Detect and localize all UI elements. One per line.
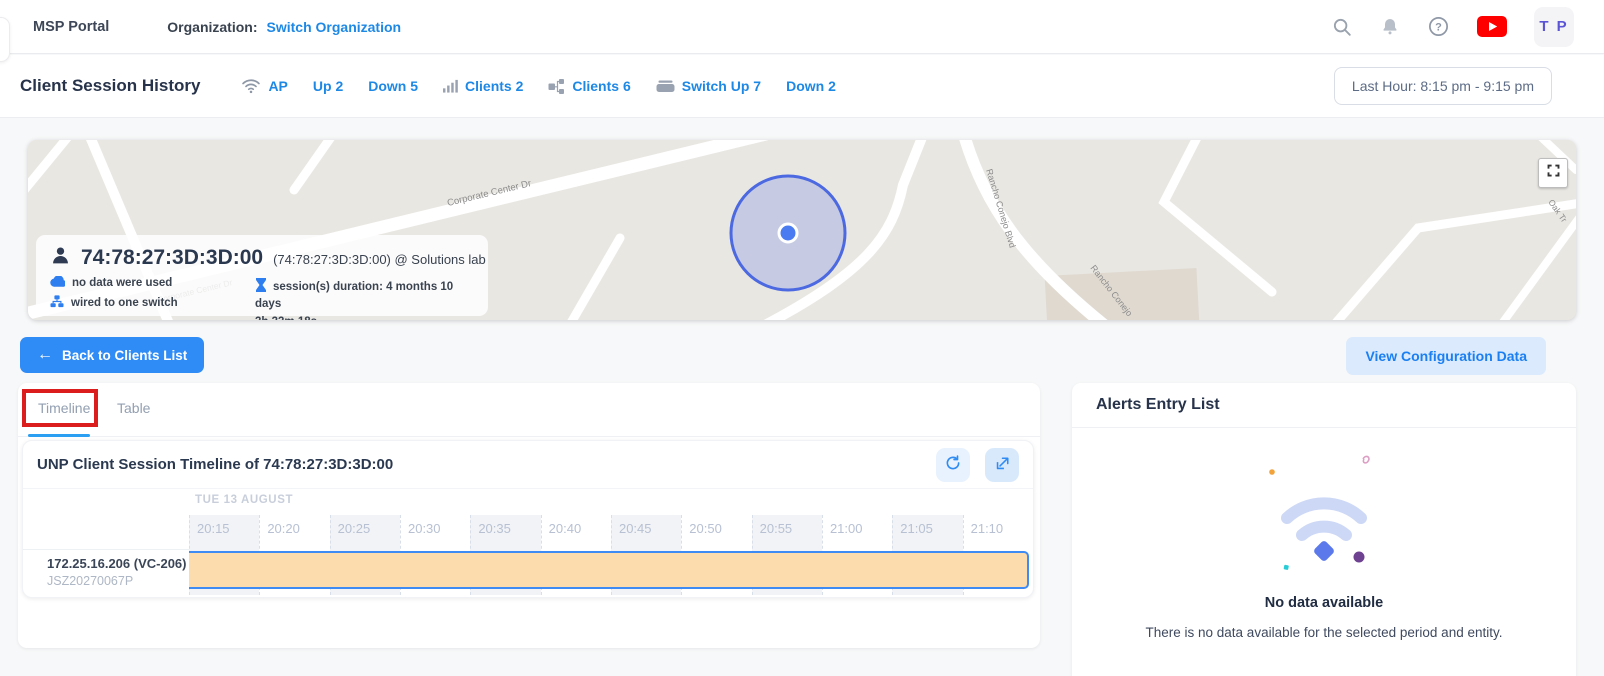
- refresh-button[interactable]: [936, 448, 970, 482]
- client-location-marker[interactable]: [731, 176, 845, 290]
- tick-label: 20:45: [619, 521, 652, 536]
- tab-bar: Timeline Table: [18, 383, 1040, 437]
- client-mac-title: 74:78:27:3D:3D:00: [81, 246, 263, 270]
- map-fullscreen-button[interactable]: [1538, 158, 1568, 188]
- topbar: MSP Portal Organization: Switch Organiza…: [0, 0, 1604, 54]
- tick-label: 21:00: [830, 521, 863, 536]
- timeline-row-label: 172.25.16.206 (VC-206) JSZ20270067P: [23, 549, 189, 595]
- session-content-panel: Timeline Table UNP Client Session Timeli…: [18, 383, 1040, 648]
- client-session-history-page: MSP Portal Organization: Switch Organiza…: [0, 0, 1604, 676]
- switch-icon: [656, 80, 675, 93]
- tick-label: 20:15: [197, 521, 230, 536]
- stat-ap-down[interactable]: Down 5: [368, 78, 418, 94]
- time-range-selector[interactable]: Last Hour: 8:15 pm - 9:15 pm: [1334, 67, 1552, 105]
- stat-ap-label[interactable]: AP: [268, 78, 287, 94]
- fullscreen-icon: [1546, 163, 1561, 183]
- search-icon[interactable]: [1331, 16, 1353, 38]
- stat-wired-clients[interactable]: Clients 6: [572, 78, 630, 94]
- device-name: 172.25.16.206 (VC-206): [47, 556, 189, 571]
- tab-table[interactable]: Table: [117, 400, 150, 416]
- active-tab-indicator: [28, 434, 90, 437]
- hourglass-icon: [255, 278, 267, 298]
- signal-bars-icon: [443, 79, 458, 93]
- no-data-wifi-illustration: [1072, 446, 1576, 591]
- organization-link[interactable]: Switch Organization: [267, 19, 402, 35]
- tick-label: 20:35: [478, 521, 511, 536]
- stat-switch-up[interactable]: Switch Up 7: [682, 78, 761, 94]
- page-title: Client Session History: [20, 76, 200, 96]
- alerts-panel-title: Alerts Entry List: [1096, 396, 1220, 414]
- location-map[interactable]: Corporate Center Dr Corporate Center Dr …: [28, 140, 1576, 320]
- page-header: Client Session History AP Up 2 Down 5 Cl…: [0, 55, 1604, 118]
- tick-label: 20:50: [689, 521, 722, 536]
- timeline-title: UNP Client Session Timeline of 74:78:27:…: [37, 456, 393, 473]
- client-info-overlay: 74:78:27:3D:3D:00 (74:78:27:3D:3D:00) @ …: [36, 235, 488, 316]
- open-external-button[interactable]: [985, 448, 1019, 482]
- device-serial: JSZ20270067P: [47, 574, 189, 588]
- tick-label: 20:40: [549, 521, 582, 536]
- tick-label: 20:55: [760, 521, 793, 536]
- session-timeline-card: UNP Client Session Timeline of 74:78:27:…: [22, 440, 1034, 598]
- back-to-clients-button[interactable]: ← Back to Clients List: [20, 337, 204, 373]
- stat-switch-down[interactable]: Down 2: [786, 78, 836, 94]
- data-usage-text: no data were used: [72, 277, 172, 289]
- no-data-title: No data available: [1072, 595, 1576, 611]
- no-data-message: There is no data available for the selec…: [1072, 625, 1576, 640]
- sidebar-toggle-nub[interactable]: [0, 17, 10, 62]
- back-arrow-icon: ←: [37, 346, 53, 364]
- stat-ap-up[interactable]: Up 2: [313, 78, 343, 94]
- duration-line2: 3h 33m 18s: [255, 316, 317, 321]
- brand-title: MSP Portal: [33, 19, 109, 35]
- topbar-actions: ? T P: [1331, 7, 1604, 47]
- refresh-icon: [944, 454, 962, 475]
- tick-label: 20:20: [267, 521, 300, 536]
- tick-label: 20:30: [408, 521, 441, 536]
- timeline-card-header: UNP Client Session Timeline of 74:78:27:…: [23, 441, 1033, 489]
- session-bar[interactable]: [189, 551, 1029, 589]
- client-subtitle: (74:78:27:3D:3D:00) @ Solutions lab: [273, 252, 486, 267]
- stat-wireless-clients[interactable]: Clients 2: [465, 78, 523, 94]
- data-usage-icon: [50, 276, 65, 290]
- alerts-entry-list-panel: Alerts Entry List No data available Ther…: [1072, 383, 1576, 676]
- notifications-bell-icon[interactable]: [1380, 16, 1400, 37]
- timeline-date-header: TUE 13 AUGUST: [195, 494, 293, 506]
- help-icon[interactable]: ?: [1427, 15, 1450, 38]
- wifi-ap-icon: [241, 78, 261, 94]
- user-avatar[interactable]: T P: [1534, 7, 1574, 47]
- back-button-label: Back to Clients List: [62, 348, 187, 363]
- wired-text: wired to one switch: [71, 297, 178, 309]
- tick-label: 20:25: [338, 521, 371, 536]
- duration-line1: session(s) duration: 4 months 10 days: [255, 281, 453, 310]
- wired-topology-icon: [50, 295, 64, 311]
- view-configuration-button[interactable]: View Configuration Data: [1346, 337, 1546, 375]
- timeline-grid: TUE 13 AUGUST 20:15 20:20 20:25 20:30 20…: [23, 489, 1033, 597]
- external-link-icon: [994, 455, 1011, 475]
- organization-label: Organization:: [167, 19, 257, 35]
- topology-icon: [548, 78, 565, 95]
- tab-timeline[interactable]: Timeline: [38, 400, 90, 416]
- youtube-icon[interactable]: [1477, 16, 1507, 37]
- session-duration: session(s) duration: 4 months 10 days 3h…: [255, 276, 474, 320]
- svg-text:?: ?: [1435, 21, 1442, 33]
- person-icon: [50, 245, 71, 271]
- tick-label: 21:10: [971, 521, 1004, 536]
- tick-label: 21:05: [900, 521, 933, 536]
- device-stats-bar: AP Up 2 Down 5 Clients 2 Clients 6 Switc…: [241, 78, 835, 95]
